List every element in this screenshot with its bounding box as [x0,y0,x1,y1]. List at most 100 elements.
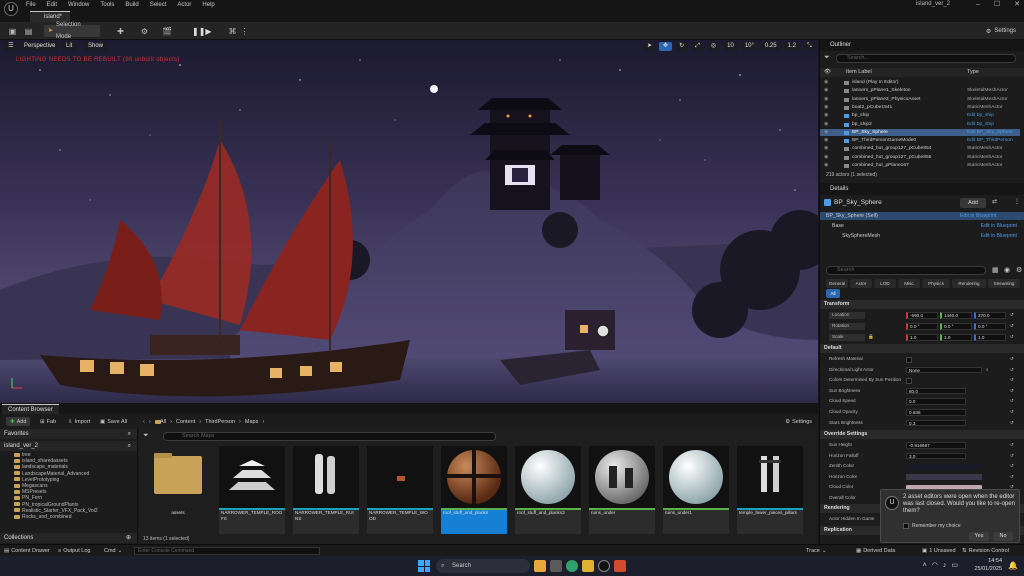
more-options-icon[interactable]: ⋮ [1014,198,1020,205]
outliner-row[interactable]: ◉ combined_hut_pPlane167 StaticMeshActor [820,162,1020,169]
col-type[interactable]: Type [967,68,979,77]
scale-snap[interactable]: 0.25 [760,42,781,51]
rotation-snap[interactable]: 10° [740,42,758,51]
quick-add-icon[interactable]: ✚ [116,27,125,36]
derived-data-button[interactable]: ▦ Derived Data [856,547,895,555]
move-tool-icon[interactable]: ✥ [659,42,673,51]
maximize-viewport-icon[interactable]: ⤡ [802,42,816,51]
app-icon-1[interactable] [534,560,546,572]
revision-control-button[interactable]: ⇅ Revision Control [962,547,1009,555]
asset-tile-ruins-under1[interactable]: ruins_under1 [663,446,729,534]
chevron-up-icon[interactable]: ˄ [923,562,927,569]
category-streaming[interactable]: Streaming [988,279,1020,288]
outliner-row[interactable]: ◉ bp_ship Edit bp_ship [820,112,1020,119]
component-skyspheremesh[interactable]: SkySphereMesh Edit in Blueprint [820,232,1024,240]
scale-tool-icon[interactable]: ⤢ [691,42,704,51]
menu-edit[interactable]: Edit [47,2,57,8]
reset-icon[interactable]: ↺ [1010,407,1014,418]
minimize-icon[interactable]: – [976,1,980,8]
task-view-icon[interactable] [550,560,562,572]
save-icon[interactable]: ▣ [8,27,17,36]
cmd-button[interactable]: Cmd ⌄ [104,547,122,555]
location-z-input[interactable]: 370.0 [974,312,1006,319]
details-tab[interactable]: Details [820,184,1024,195]
console-command-input[interactable]: Enter Console Command [134,547,320,555]
rotate-tool-icon[interactable]: ↻ [675,42,689,51]
visibility-icon[interactable]: ◉ [824,96,828,103]
level-viewport[interactable]: ☰ Perspective Lit Show ➤ ✥ ↻ ⤢ ◎ 10 10° … [0,40,818,403]
blueprint-icon[interactable]: ⚙ [140,27,149,36]
app-icon-2[interactable] [614,560,626,572]
notification-bell-icon[interactable]: 🔔 [1008,561,1018,570]
asset-tile-roof-stuff-and-planks3[interactable]: roof_stuff_and_planks3 [515,446,581,534]
category-misc[interactable]: Misc [898,279,920,288]
visibility-icon[interactable]: ◉ [824,112,828,119]
file-explorer-icon[interactable] [582,560,594,572]
property-value-input[interactable]: 0.3 [906,419,966,427]
collections-header[interactable]: Collections ⊕ [0,533,137,543]
breadcrumb-thirdperson[interactable]: ThirdPerson [205,419,235,425]
import-button[interactable]: ⇩ Import [68,417,90,426]
outliner-tab[interactable]: Outliner [820,40,1024,51]
visibility-icon[interactable]: 👁 [824,68,831,77]
more-play-icon[interactable]: ⋮ [240,27,249,36]
fab-button[interactable]: ⊞ Fab [40,417,56,426]
scale-x-input[interactable]: 1.0 [906,334,938,341]
visibility-icon[interactable]: ◉ [824,154,828,161]
pause-icon[interactable]: ❚❚ [192,27,205,36]
component-skyspheremesh-link[interactable]: Edit in Blueprint [981,232,1017,240]
taskbar-clock[interactable]: 14:54 25/01/2025 [974,558,1002,573]
rotation-label[interactable]: Rotation [829,323,865,330]
breadcrumb-all[interactable]: All [160,419,166,425]
visibility-icon[interactable]: ◉ [824,129,828,136]
modes-icon[interactable]: ▤ [24,27,33,36]
reset-rotation-icon[interactable]: ↺ [1010,321,1014,332]
taskbar-search[interactable]: ⌕ Search [436,559,530,573]
component-base[interactable]: Base Edit in Blueprint [820,222,1024,230]
favorites-header[interactable]: Favorites ⌕ [0,429,137,439]
reset-location-icon[interactable]: ↺ [1010,310,1014,321]
col-item-label[interactable]: Item Label [846,68,872,77]
outliner-row[interactable]: ◉ island (Play In Editor) [820,79,1020,86]
property-dropdown[interactable]: None [906,366,982,374]
visibility-icon[interactable]: ◉ [824,162,828,169]
scale-label[interactable]: Scale [829,334,865,341]
no-button[interactable]: No [993,532,1013,541]
outliner-row[interactable]: ◉ combined_hut_group127_pCube854 StaticMes… [820,145,1020,152]
details-settings-icon[interactable]: ⚙ [1016,266,1022,274]
breadcrumb-content[interactable]: Content [176,419,195,425]
menu-window[interactable]: Window [68,2,89,8]
close-icon[interactable]: ✕ [1014,0,1020,8]
outliner-row[interactable]: ◉ lanners_pPlane1_Skeleton SkeletalMeshAct… [820,87,1020,94]
search-icon[interactable]: ⌕ [128,429,131,439]
reset-icon[interactable]: ↺ [1010,386,1014,397]
reset-icon[interactable]: ↺ [1010,472,1014,483]
outliner-filter-icon[interactable]: ⏷ [824,54,830,62]
menu-select[interactable]: Select [150,2,167,8]
settings-button[interactable]: ⚙ Settings [986,26,1016,36]
property-checkbox[interactable] [906,377,912,384]
unsaved-button[interactable]: ▣ 1 Unsaved [922,547,956,555]
cinematics-icon[interactable]: 🎬 [162,27,172,36]
outliner-row[interactable]: ◉ combined_hut_group127_pCube855 StaticMes… [820,154,1020,161]
browse-icon[interactable]: ⌕ [986,365,989,376]
asset-tile-roof-stuff-and-planks[interactable]: roof_stuff_and_planks [441,446,507,534]
trace-button[interactable]: Trace ⌄ [806,547,826,555]
outliner-row[interactable]: ◉ boat2_pCube1541 StaticMeshActor [820,104,1020,111]
visibility-icon[interactable]: ◉ [824,145,828,152]
reset-icon[interactable]: ↺ [1010,461,1014,472]
reset-icon[interactable]: ↺ [1010,440,1014,451]
asset-tile-narrower-temple-roofs[interactable]: NARROWER_TEMPLE_ROOFS [219,446,285,534]
outliner-row[interactable]: ◉ BP_Sky_Sphere Edit BP_Sky_Sphere [820,128,1020,137]
property-value-input[interactable]: 0.0 [906,398,966,405]
windows-start-icon[interactable] [418,560,430,572]
breadcrumb-maps[interactable]: Maps [245,419,258,425]
color-swatch[interactable] [906,474,982,481]
reset-icon[interactable]: ↺ [1010,354,1014,365]
outliner-row-type[interactable]: Edit BP_ThirdPerson [967,137,1013,144]
actor-name[interactable]: BP_Sky_Sphere [834,199,882,206]
property-checkbox[interactable] [906,356,912,363]
asset-tile-narrower-temple-wood[interactable]: NARROWER_TEMPLE_WOOD [367,446,433,534]
category-actor[interactable]: Actor [850,279,872,288]
scale-z-input[interactable]: 1.0 [974,334,1006,341]
